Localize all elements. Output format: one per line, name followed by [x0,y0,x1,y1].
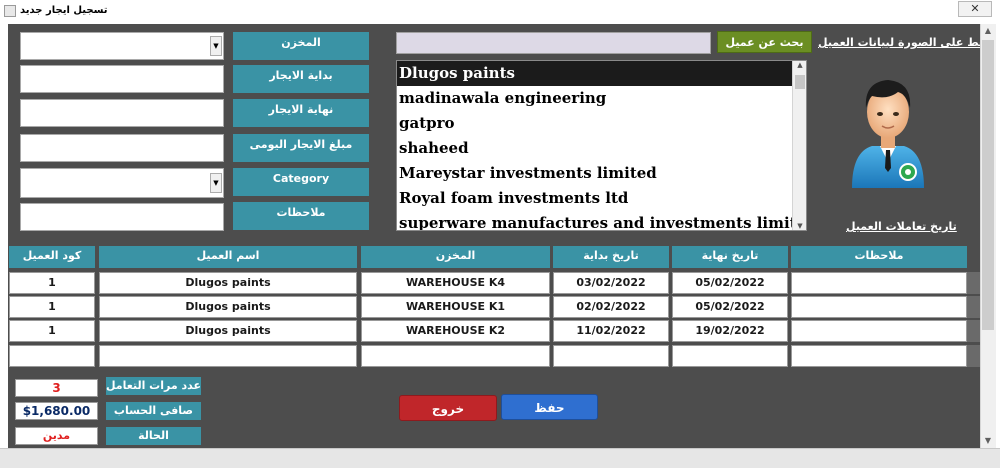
net-balance-value: $1,680.00 [15,402,98,420]
warehouse-label: المخزن [233,32,369,60]
table-cell-start-date[interactable]: 02/02/2022 [553,296,669,318]
search-customer-button[interactable]: بحث عن عميل [717,31,812,53]
form-horizontal-scrollbar[interactable] [0,448,1000,468]
table-cell-start-date[interactable]: 11/02/2022 [553,320,669,342]
row-selector[interactable] [967,345,980,367]
list-item[interactable]: Mareystar investments limited [397,161,806,186]
row-selector[interactable] [967,320,980,342]
scroll-down-icon[interactable]: ▼ [980,434,996,448]
column-header-customer-code[interactable]: كود العميل [9,246,95,268]
daily-rent-input[interactable] [20,134,224,162]
save-button[interactable]: حفظ [501,394,598,420]
net-balance-label: صافى الحساب [106,402,201,420]
list-item[interactable]: madinawala engineering [397,86,806,111]
scroll-up-icon[interactable]: ▲ [980,24,996,38]
list-item[interactable]: superware manufactures and investments l… [397,211,806,230]
table-cell-warehouse[interactable]: WAREHOUSE K2 [361,320,550,342]
column-header-end-date[interactable]: تاريخ نهاية [672,246,788,268]
category-combo[interactable]: ▼ [20,168,224,198]
customer-info-link[interactable]: اضغط على الصورة لبيانات العميل [818,36,1000,49]
list-scroll-thumb[interactable] [795,75,805,89]
table-cell-notes[interactable] [791,345,967,367]
category-label: Category [233,168,369,196]
exit-button[interactable]: خروج [399,395,497,421]
column-header-warehouse[interactable]: المخزن [361,246,550,268]
list-scrollbar[interactable]: ▲ ▼ [792,61,806,230]
column-header-customer-name[interactable]: اسم العميل [99,246,357,268]
row-selector[interactable] [967,272,980,294]
table-cell-warehouse[interactable]: WAREHOUSE K1 [361,296,550,318]
table-cell-customer-code[interactable]: 1 [9,320,95,342]
table-cell-warehouse[interactable] [361,345,550,367]
rent-end-label: نهاية الايجار [233,99,369,127]
table-cell-customer-name[interactable]: Dlugos paints [99,272,357,294]
table-cell-customer-name[interactable]: Dlugos paints [99,320,357,342]
window-title: تسجيل ايجار جديد [20,5,108,16]
status-value: مدين [15,427,98,445]
customer-avatar-icon[interactable] [848,70,928,190]
table-cell-end-date[interactable]: 19/02/2022 [672,320,788,342]
table-cell-end-date[interactable] [672,345,788,367]
row-selector[interactable] [967,296,980,318]
table-cell-start-date[interactable]: 03/02/2022 [553,272,669,294]
column-header-notes[interactable]: ملاحظات [791,246,967,268]
list-item[interactable]: gatpro [397,111,806,136]
status-label: الحالة [106,427,201,445]
table-cell-start-date[interactable] [553,345,669,367]
table-cell-end-date[interactable]: 05/02/2022 [672,272,788,294]
customer-list[interactable]: Dlugos paints madinawala engineering gatpr… [396,60,807,231]
chevron-down-icon[interactable]: ▼ [210,36,222,56]
table-cell-notes[interactable] [791,320,967,342]
customer-search-input[interactable] [396,32,711,54]
table-cell-warehouse[interactable]: WAREHOUSE K4 [361,272,550,294]
warehouse-combo[interactable]: ▼ [20,32,224,60]
table-cell-customer-code[interactable]: 1 [9,272,95,294]
table-cell-customer-code[interactable] [9,345,95,367]
list-item[interactable]: Royal foam investments ltd [397,186,806,211]
table-cell-customer-name[interactable]: Dlugos paints [99,296,357,318]
column-header-start-date[interactable]: تاريخ بداية [553,246,669,268]
app-icon [4,5,16,17]
table-cell-end-date[interactable]: 05/02/2022 [672,296,788,318]
table-cell-customer-name[interactable] [99,345,357,367]
rent-start-input[interactable] [20,65,224,93]
form-scroll-thumb[interactable] [982,40,994,330]
notes-label: ملاحظات [233,202,369,230]
table-cell-customer-code[interactable]: 1 [9,296,95,318]
transactions-count-value: 3 [15,379,98,397]
table-cell-notes[interactable] [791,296,967,318]
notes-input[interactable] [20,203,224,231]
table-cell-notes[interactable] [791,272,967,294]
daily-rent-label: مبلغ الايجار اليومى [233,134,369,162]
rent-end-input[interactable] [20,99,224,127]
rent-start-label: بداية الايجار [233,65,369,93]
close-button[interactable]: ✕ [958,1,992,17]
list-item[interactable]: Dlugos paints [397,61,806,86]
scroll-down-icon[interactable]: ▼ [793,222,806,230]
list-item[interactable]: shaheed [397,136,806,161]
customer-history-link[interactable]: تاريخ تعاملات العميل [846,220,957,233]
scroll-up-icon[interactable]: ▲ [793,61,806,69]
transactions-count-label: عدد مرات التعامل [106,377,201,395]
chevron-down-icon[interactable]: ▼ [210,173,222,193]
title-bar: تسجيل ايجار جديد ✕ [0,0,1000,24]
